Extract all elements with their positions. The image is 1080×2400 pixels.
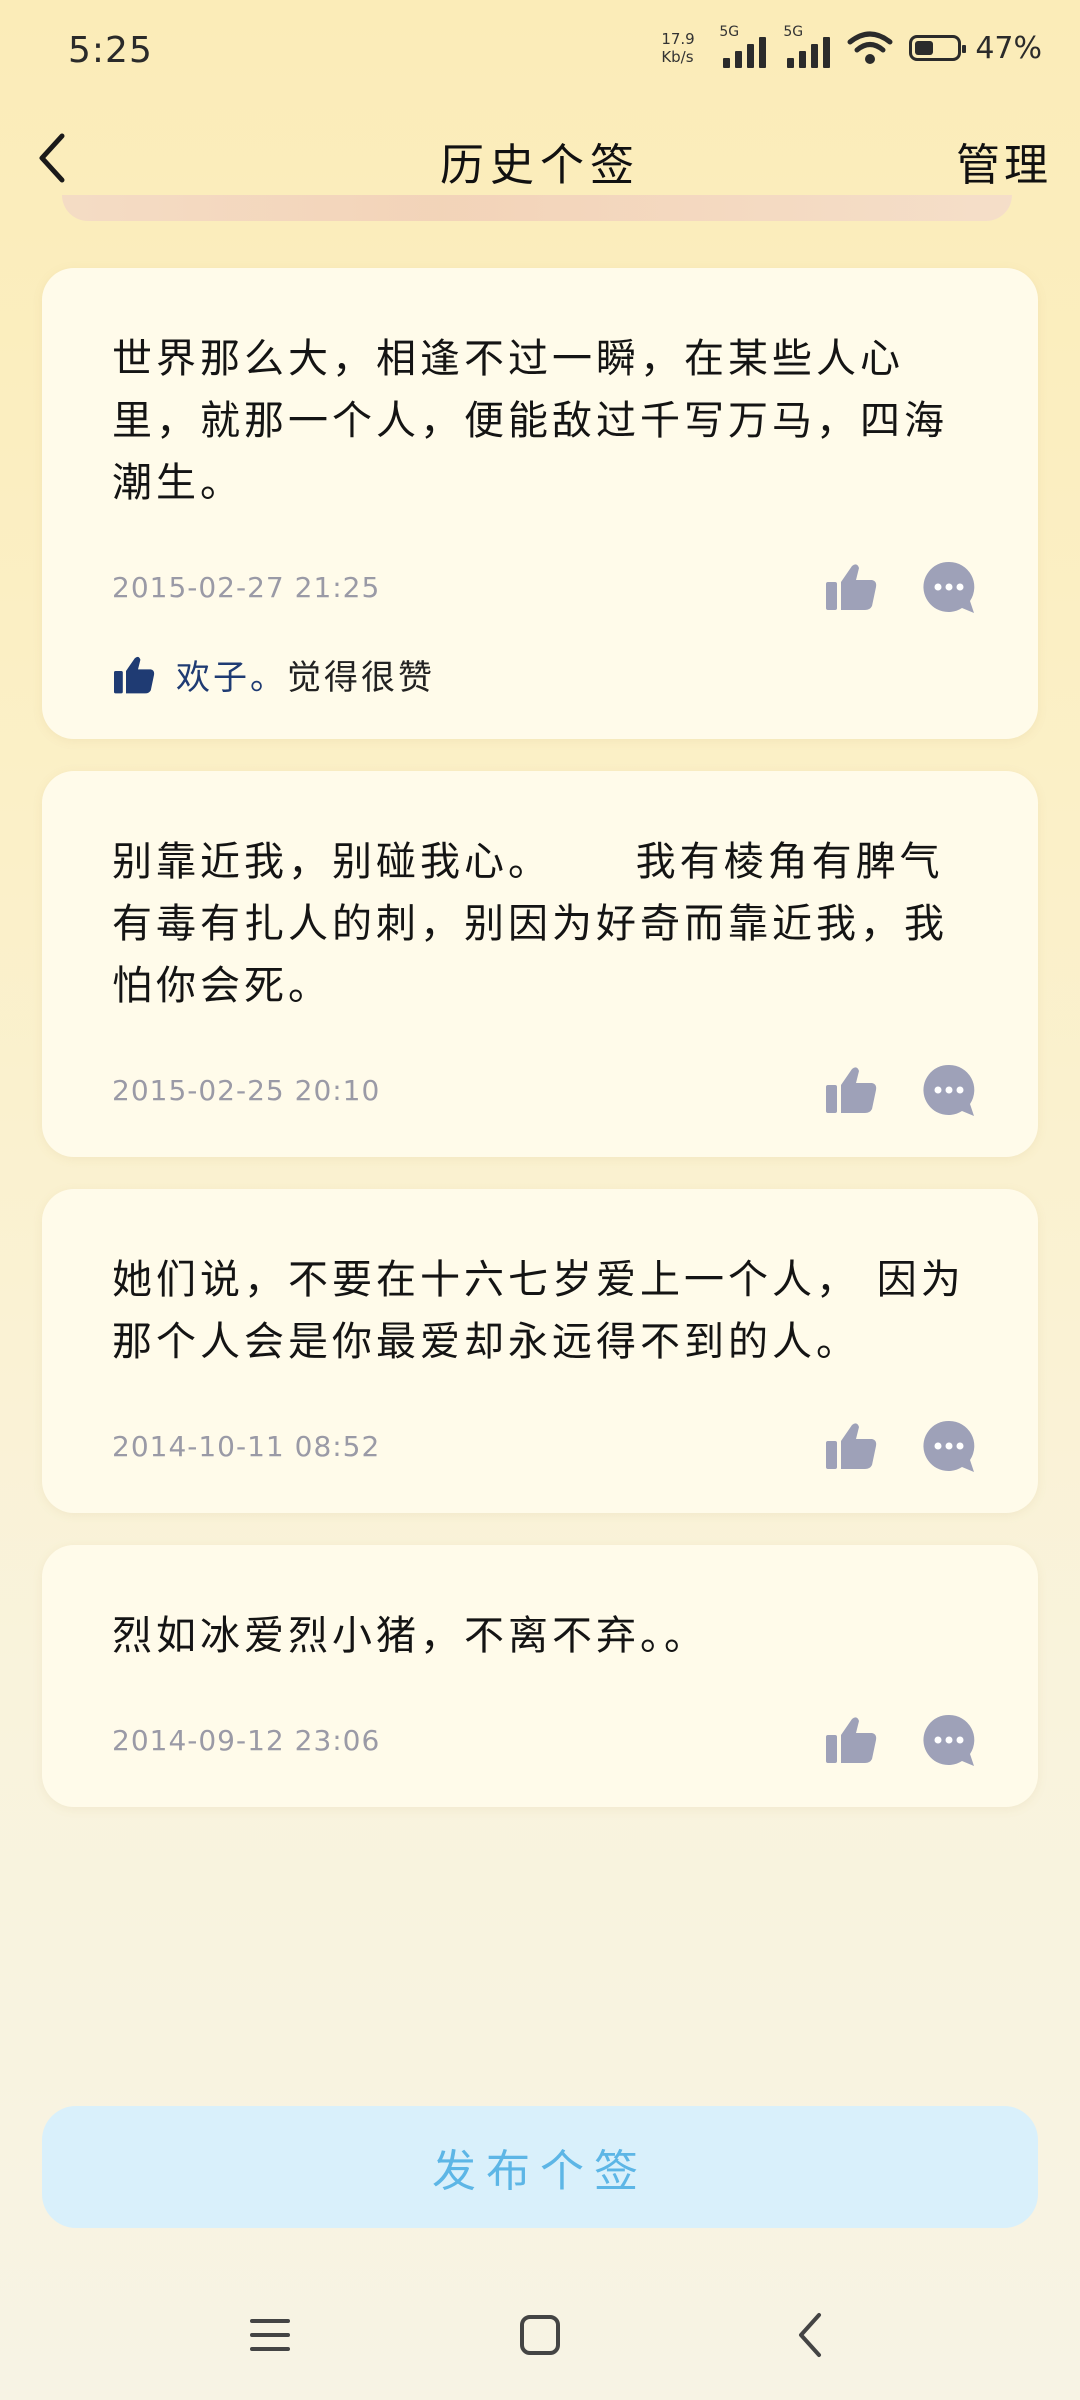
like-button[interactable]: [824, 560, 878, 614]
signature-text: 烈如冰爱烈小猪，不离不弃。。: [112, 1613, 708, 1659]
signal-2-icon: 5G: [783, 24, 831, 68]
signature-card[interactable]: 别靠近我，别碰我心。 我有棱角有脾气有毒有扎人的刺，别因为好奇而靠近我，我怕你会…: [42, 771, 1038, 1157]
comment-icon: [923, 1064, 975, 1116]
like-button[interactable]: [824, 1713, 878, 1767]
home-square-icon: [520, 2315, 560, 2355]
status-bar: 5:25 17.9 Kb/s 5G 5G 47%: [0, 0, 1080, 105]
thumbs-up-icon: [826, 564, 877, 610]
network-speed: 17.9 Kb/s: [661, 30, 695, 66]
menu-button[interactable]: [240, 2305, 300, 2365]
battery-indicator: 47%: [909, 31, 1042, 66]
previous-card-edge: [62, 195, 1012, 221]
comment-icon: [923, 1714, 975, 1766]
like-button[interactable]: [824, 1063, 878, 1117]
manage-button[interactable]: 管理: [956, 129, 1052, 193]
signature-text: 世界那么大，相逢不过一瞬，在某些人心里，就那一个人，便能敌过千写万马，四海潮生。: [112, 336, 948, 506]
post-time: 2014-09-12 23:06: [112, 1723, 381, 1757]
status-indicators: 17.9 Kb/s 5G 5G 47%: [661, 24, 1042, 68]
home-button[interactable]: [510, 2305, 570, 2365]
system-nav-bar: [0, 2280, 1080, 2390]
thumbs-up-filled-icon: [114, 656, 155, 693]
thumbs-up-icon: [826, 1717, 877, 1763]
thumbs-up-icon: [826, 1423, 877, 1469]
publish-signature-button[interactable]: 发布个签: [42, 2106, 1038, 2228]
comment-button[interactable]: [922, 1063, 976, 1117]
comment-icon: [923, 1420, 975, 1472]
signal-1-icon: 5G: [719, 24, 767, 68]
comment-button[interactable]: [922, 1419, 976, 1473]
page-title: 历史个签: [440, 140, 640, 191]
liked-by-row: 欢子。觉得很赞: [112, 650, 968, 699]
post-time: 2014-10-11 08:52: [112, 1429, 381, 1463]
battery-icon: [909, 35, 967, 61]
signature-card[interactable]: 世界那么大，相逢不过一瞬，在某些人心里，就那一个人，便能敌过千写万马，四海潮生。…: [42, 268, 1038, 739]
nav-back-button[interactable]: [780, 2305, 840, 2365]
liker-name[interactable]: 欢子。: [176, 658, 287, 698]
liked-text: 觉得很赞: [287, 658, 435, 698]
signature-text: 别靠近我，别碰我心。 我有棱角有脾气有毒有扎人的刺，别因为好奇而靠近我，我怕你会…: [112, 839, 948, 1009]
signature-history-list: 世界那么大，相逢不过一瞬，在某些人心里，就那一个人，便能敌过千写万马，四海潮生。…: [42, 268, 1038, 1839]
wifi-icon: [847, 31, 893, 64]
signature-text: 她们说，不要在十六七岁爱上一个人， 因为那个人会是你最爱却永远得不到的人。: [112, 1257, 965, 1365]
thumbs-up-icon: [826, 1067, 877, 1113]
like-button[interactable]: [824, 1419, 878, 1473]
signature-card[interactable]: 烈如冰爱烈小猪，不离不弃。。 2014-09-12 23:06: [42, 1545, 1038, 1807]
post-time: 2015-02-25 20:10: [112, 1073, 381, 1107]
comment-button[interactable]: [922, 560, 976, 614]
back-arrow-icon: [799, 2313, 821, 2357]
status-time: 5:25: [68, 30, 153, 71]
signature-card[interactable]: 她们说，不要在十六七岁爱上一个人， 因为那个人会是你最爱却永远得不到的人。 20…: [42, 1189, 1038, 1513]
comment-icon: [923, 561, 975, 613]
menu-icon: [250, 2319, 290, 2351]
comment-button[interactable]: [922, 1713, 976, 1767]
post-time: 2015-02-27 21:25: [112, 570, 381, 604]
